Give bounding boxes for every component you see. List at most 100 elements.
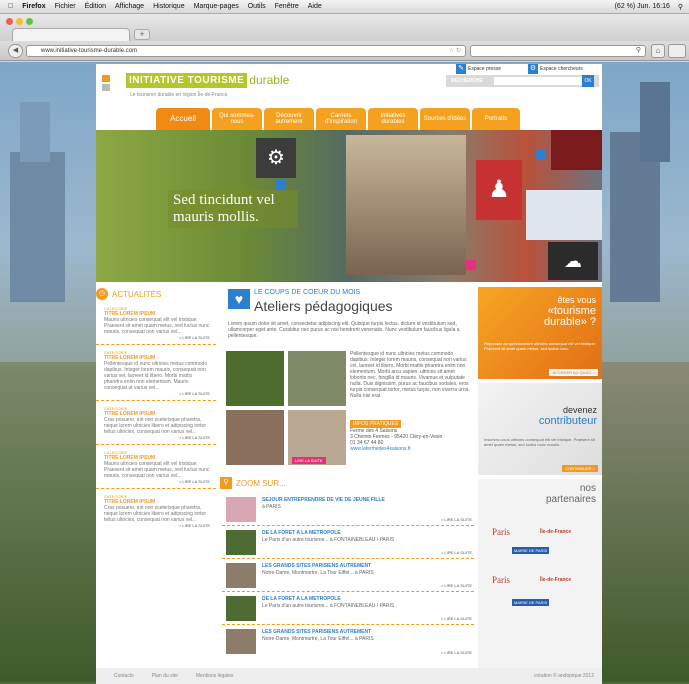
photo-hands[interactable] [288,351,346,406]
read-more-link[interactable]: > LIRE LA SUITE [104,335,210,340]
hero-banner[interactable]: ⚙ ♟ ☁ Sed tincidunt vel mauris mollis. [96,130,602,282]
photo-forest[interactable] [226,351,284,406]
footer-legal-link[interactable]: Mentions légales [196,673,234,679]
read-more-link[interactable]: > LIRE LA SUITE [441,616,472,621]
partners-block: nos partenaires Paris Île-de-France MAIRI… [478,479,602,684]
read-more-link[interactable]: > LIRE LA SUITE [441,583,472,588]
person-icon: ♟ [476,160,522,220]
language-icon[interactable] [102,84,110,91]
building-left [10,152,65,302]
read-more-link[interactable]: > LIRE LA SUITE [441,517,472,522]
menu-outils[interactable]: Outils [248,3,266,10]
news-item[interactable]: CATEGORIE TITRE LOREM IPSUM Pellentesque… [96,345,216,401]
quiz-promo[interactable]: êtes vous «tourisme durable» ? Répondez au… [478,287,602,379]
zoom-item[interactable]: LES GRANDS SITES PARISIENS AUTREMENT Not… [222,626,474,658]
apple-icon[interactable]:  [8,3,13,10]
rss-icon[interactable] [102,75,110,82]
browser-search-field[interactable]: ⚲ [470,45,646,57]
bookmark-star-icon[interactable]: ☆ ↻ [449,46,461,56]
toolbar-menu-button[interactable] [668,44,686,58]
coup-de-coeur-title[interactable]: Ateliers pédagogiques [254,298,393,314]
nav-qui-sommes-nous[interactable]: Qui sommes-nous [212,108,262,130]
site-search-input[interactable] [494,77,582,85]
zoom-item[interactable]: DE LA FORET A LA METROPOLE Le Paris d'un… [222,593,474,625]
site-logo[interactable]: INITIATIVE TOURISME durable [126,70,289,90]
footer-credit: création © andopique 2012 [533,673,594,679]
nav-portraits[interactable]: Portraits [472,108,520,130]
app-menu[interactable]: Firefox [22,3,45,10]
close-window-icon[interactable] [6,18,13,25]
menu-fichier[interactable]: Fichier [55,3,76,10]
zoom-title: ZOOM SUR... [236,478,286,488]
tower-left [20,102,50,162]
contributeur-body: Inscrivez-vous ultricies consequat elit … [484,437,595,447]
minimize-window-icon[interactable] [16,18,23,25]
footer-sitemap-link[interactable]: Plan du site [152,673,178,679]
search-icon[interactable]: ⚲ [636,46,641,54]
zoom-item[interactable]: LES GRANDS SITES PARISIENS AUTREMENT Not… [222,560,474,592]
partners-heading: nos partenaires [545,483,596,505]
actualites-title: ACTUALITÉS [112,289,162,299]
search-ok-button[interactable]: OK [582,75,594,87]
read-more-link[interactable]: > LIRE LA SUITE [104,435,210,440]
contributeur-heading: devenez contributeur [538,405,597,427]
menu-marque-pages[interactable]: Marque-pages [194,3,239,10]
partner-logo-idf[interactable]: Île-de-France [540,529,571,535]
browser-tab[interactable] [12,28,130,41]
read-more-link[interactable]: > LIRE LA SUITE [104,523,210,528]
zoom-item[interactable]: DE LA FORET A LA METROPOLE Le Paris d'un… [222,527,474,559]
partner-logo-mairie[interactable]: MAIRIE DE PARIS [512,599,550,606]
menu-edition[interactable]: Édition [85,3,106,10]
coup-de-coeur-intro: Lorem ipsum dolor sit amet, consectetur … [228,321,460,339]
banner-pink-square [466,260,476,270]
trees-right [602,362,689,682]
news-item[interactable]: CATEGORIE TITRE LOREM IPSUM Mauris ultri… [96,445,216,489]
read-more-link[interactable]: > LIRE LA SUITE [441,550,472,555]
espace-chercheurs-link[interactable]: ⚙ Espace chercheurs [528,63,583,75]
zoom-window-icon[interactable] [26,18,33,25]
news-item[interactable]: CATEGORIE TITRE LOREM IPSUM Mauris ultri… [96,301,216,345]
zoom-item[interactable]: SEJOUR ENTREPRENDRE DE VIE DE JEUNE FILL… [222,494,474,526]
partner-logo-idf[interactable]: Île-de-France [540,577,571,583]
contributeur-button[interactable]: CONTRIBUER > [562,465,598,472]
home-icon[interactable]: ⌂ [651,44,665,58]
espace-presse-link[interactable]: ✎ Espace presse [456,63,501,75]
banner-photo-telescope [346,135,466,275]
os-menubar:  Firefox Fichier Édition Affichage Hist… [0,0,689,14]
partner-logo-paris[interactable]: Paris [492,527,510,537]
quiz-button[interactable]: ACCEDER AU QUIZZ > [549,369,598,376]
clock: (62 %) Jun. 16:16 [614,2,670,10]
contributeur-promo[interactable]: devenez contributeur Inscrivez-vous ultri… [478,383,602,475]
read-more-link[interactable]: > LIRE LA SUITE [104,479,210,484]
zoom-thumbnail [226,563,256,588]
new-tab-button[interactable]: + [134,29,150,40]
zoom-header: ⚲ ZOOM SUR... [220,477,286,489]
photo-read-more[interactable]: LIRE LA SUITE [292,457,326,464]
nav-decouvrir[interactable]: Découvrir autrement [264,108,314,130]
nav-accueil[interactable]: Accueil [156,108,210,130]
read-more-link[interactable]: > LIRE LA SUITE [104,391,210,396]
menu-fenetre[interactable]: Fenêtre [275,3,299,10]
read-more-link[interactable]: > LIRE LA SUITE [441,650,472,655]
spotlight-icon[interactable]: ⚲ [678,3,683,11]
partner-logo-paris[interactable]: Paris [492,575,510,585]
news-item[interactable]: CATEGORIE TITRE LOREM IPSUM Cras posuere… [96,401,216,445]
menu-affichage[interactable]: Affichage [115,3,144,10]
website-link[interactable]: www.lafermedes4saisons.fr [350,446,442,452]
menu-aide[interactable]: Aide [308,3,322,10]
coup-de-coeur-section: ♥ LE COUPS DE COEUR DU MOIS Ateliers péd… [220,285,472,465]
news-item[interactable]: CATEGORIE TITRE LOREM IPSUM Cras posuere… [96,489,216,532]
tower-right [640,82,670,162]
partner-logo-mairie[interactable]: MAIRIE DE PARIS [512,547,550,554]
pen-icon: ✎ [456,64,466,74]
nav-initiatives[interactable]: Initiatives durables [368,108,418,130]
clock-icon: ◷ [96,288,108,300]
url-bar[interactable]: www.initiative-tourisme-durable.com ☆ ↻ [26,45,466,57]
photo-children[interactable] [226,410,284,465]
nav-sources[interactable]: Sources d'idées [420,108,470,130]
back-icon[interactable]: ◀ [8,44,23,58]
menu-historique[interactable]: Historique [153,3,185,10]
rain-cloud-icon: ☁ [548,242,598,280]
nav-carnets[interactable]: Carnets d'inspiration [316,108,366,130]
footer-contacts-link[interactable]: Contacts [114,673,134,679]
